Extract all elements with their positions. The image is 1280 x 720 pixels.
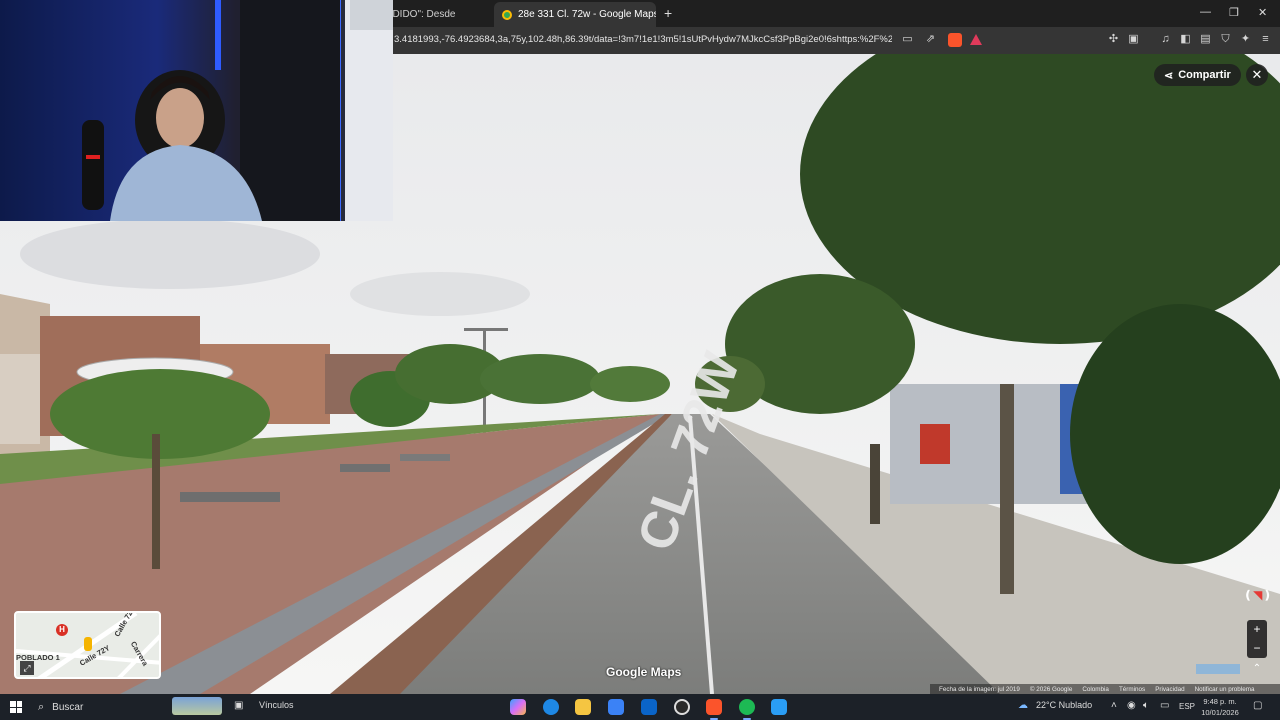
new-tab-button[interactable]: + xyxy=(664,5,672,21)
share-icon: ⋖ xyxy=(1164,69,1174,82)
wallet-icon[interactable]: ▤ xyxy=(1199,33,1212,46)
weather-text[interactable]: 22°C Nublado xyxy=(1036,700,1092,710)
google-maps-logo: Google Maps xyxy=(606,665,682,679)
compass-icon[interactable]: ❪◥❫ xyxy=(1243,588,1272,608)
share-page-icon[interactable]: ⇗ xyxy=(924,33,937,46)
links-toolbar[interactable]: Vínculos xyxy=(259,700,294,710)
menu-icon[interactable]: ≡ xyxy=(1259,33,1272,46)
share-button[interactable]: ⋖ Compartir xyxy=(1154,64,1241,86)
zoom-control: + − xyxy=(1247,620,1267,658)
sidebar-icon[interactable]: ◧ xyxy=(1179,33,1192,46)
share-label: Compartir xyxy=(1178,69,1231,81)
windows-taskbar: ⌕ Buscar ▣ Vínculos ☁ 22°C Nublado ˄ ◉ 🔈… xyxy=(0,694,1280,720)
webcam-overlay xyxy=(0,0,393,221)
file-explorer-icon[interactable] xyxy=(575,699,591,715)
search-icon: ⌕ xyxy=(38,700,45,713)
close-street-view-button[interactable]: ✕ xyxy=(1246,64,1268,86)
footer-link-terms[interactable]: Términos xyxy=(1119,686,1145,693)
copilot-icon[interactable] xyxy=(510,699,526,715)
google-maps-icon xyxy=(502,9,512,20)
volume-icon[interactable]: 🔈︎ xyxy=(1143,700,1149,711)
screenshot-icon[interactable]: ▣ xyxy=(1127,33,1140,46)
brave-rewards-icon[interactable] xyxy=(970,34,982,45)
hospital-marker-icon: H xyxy=(56,624,68,636)
language-indicator[interactable]: ESP xyxy=(1179,702,1195,711)
photo-thumbnails[interactable] xyxy=(1196,664,1240,674)
taskbar-clock[interactable]: 9:48 p. m. 10/01/2026 xyxy=(1198,696,1242,718)
tab-google-maps[interactable]: 28e 331 Cl. 72w - Google Maps ✕ xyxy=(494,2,656,27)
minimize-button[interactable]: — xyxy=(1200,6,1211,18)
windows-start-icon[interactable] xyxy=(10,701,22,713)
media-icon[interactable]: ♫ xyxy=(1159,33,1172,46)
tray-chevron-icon[interactable]: ˄ xyxy=(1111,700,1117,711)
restore-button[interactable]: ❐ xyxy=(1229,6,1239,19)
store-icon[interactable] xyxy=(608,699,624,715)
extensions-icon[interactable]: ✣ xyxy=(1107,33,1120,46)
weather-icon[interactable]: ☁ xyxy=(1018,700,1028,711)
collapse-chevron-icon[interactable]: ⌃ xyxy=(1250,663,1264,675)
imagery-date: Fecha de la imagen: jul 2019 xyxy=(939,685,1020,693)
screen: DE UN BANDIDO": Desde 28e 331 Cl. 72w - … xyxy=(0,0,1280,720)
tray-app-icon[interactable]: ◉ xyxy=(1127,700,1136,711)
brave-shields-icon[interactable] xyxy=(948,33,962,47)
close-window-button[interactable]: ✕ xyxy=(1258,6,1267,19)
spotify-icon[interactable] xyxy=(739,699,755,720)
tab-title: 28e 331 Cl. 72w - Google Maps xyxy=(518,9,656,20)
pegman-icon[interactable] xyxy=(84,637,92,651)
map-footer: Fecha de la imagen: jul 2019 © 2026 Goog… xyxy=(930,684,1280,694)
edge-icon[interactable] xyxy=(543,699,559,715)
zoom-out-button[interactable]: − xyxy=(1247,639,1267,658)
copyright: © 2026 Google xyxy=(1029,685,1073,693)
task-view-icon[interactable]: ▣ xyxy=(234,700,243,711)
vpn-icon[interactable]: ⛉ xyxy=(1219,33,1232,46)
zoom-in-button[interactable]: + xyxy=(1247,620,1267,639)
obs-icon[interactable] xyxy=(674,699,690,715)
minimap[interactable]: H Calle 72Y Calle 72Y Carrera POBLADO 1 … xyxy=(14,611,161,679)
url-field[interactable]: 3.4181993,-76.4923684,3a,75y,102.48h,86.… xyxy=(394,34,892,48)
leo-icon[interactable]: ✦ xyxy=(1239,33,1252,46)
brave-icon[interactable] xyxy=(706,699,722,720)
expand-icon[interactable]: ⤢ xyxy=(20,661,34,675)
network-icon[interactable]: ▭ xyxy=(1160,700,1169,711)
search-highlight-image xyxy=(172,697,222,715)
webcam-image xyxy=(82,0,393,221)
clock-time: 9:48 p. m. xyxy=(1203,697,1237,706)
notifications-icon[interactable]: ▢ xyxy=(1253,700,1262,711)
footer-link-country[interactable]: Colombia xyxy=(1082,686,1109,693)
vscode-icon[interactable] xyxy=(771,699,787,715)
footer-link-privacy[interactable]: Privacidad xyxy=(1155,686,1184,693)
pip-icon[interactable]: ▭ xyxy=(901,33,914,46)
outlook-icon[interactable] xyxy=(641,699,657,715)
footer-link-report[interactable]: Notificar un problema xyxy=(1195,686,1255,693)
search-placeholder: Buscar xyxy=(52,701,84,713)
clock-date: 10/01/2026 xyxy=(1201,708,1239,717)
